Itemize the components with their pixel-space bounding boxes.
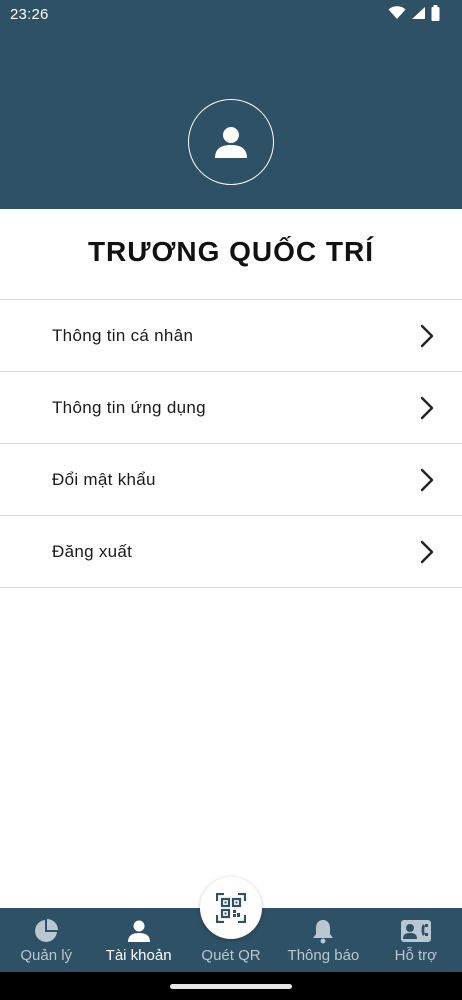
- menu-item-label: Thông tin cá nhân: [52, 325, 194, 345]
- chevron-right-icon: [420, 396, 434, 420]
- chevron-right-icon: [420, 468, 434, 492]
- status-icons: [388, 5, 440, 21]
- scan-qr-button[interactable]: [200, 877, 262, 939]
- chevron-right-icon: [420, 324, 434, 348]
- status-bar: 23:26: [0, 0, 462, 28]
- menu-item-change-password[interactable]: Đổi mật khẩu: [0, 444, 462, 516]
- battery-icon: [431, 5, 440, 21]
- menu-item-logout[interactable]: Đăng xuất: [0, 516, 462, 588]
- contact-support-icon: [400, 920, 431, 942]
- system-nav-bar: [0, 972, 462, 1000]
- avatar[interactable]: [188, 99, 274, 185]
- nav-item-support[interactable]: Hỗ trợ: [370, 908, 462, 972]
- menu-item-app-info[interactable]: Thông tin ứng dụng: [0, 372, 462, 444]
- bell-icon: [313, 920, 334, 944]
- status-time: 23:26: [10, 6, 49, 23]
- nav-item-notifications[interactable]: Thông báo: [277, 908, 369, 972]
- user-name: TRƯƠNG QUỐC TRÍ: [87, 236, 375, 267]
- menu-item-label: Đăng xuất: [52, 541, 133, 561]
- home-indicator[interactable]: [170, 984, 292, 989]
- menu-item-label: Đổi mật khẩu: [52, 469, 156, 489]
- menu-item-label: Thông tin ứng dụng: [52, 397, 206, 417]
- qr-code-icon: [216, 893, 246, 923]
- chevron-right-icon: [420, 540, 434, 564]
- wifi-icon: [388, 6, 406, 19]
- nav-label: Tài khoản: [105, 947, 172, 964]
- nav-item-manage[interactable]: Quản lý: [0, 908, 92, 972]
- nav-label: Thông báo: [287, 947, 360, 964]
- pie-chart-icon: [35, 919, 59, 942]
- account-menu: Thông tin cá nhân Thông tin ứng dụng Đổi…: [0, 299, 462, 588]
- nav-label: Quét QR: [201, 947, 261, 964]
- menu-item-personal-info[interactable]: Thông tin cá nhân: [0, 300, 462, 372]
- nav-label: Quản lý: [20, 947, 73, 964]
- person-icon: [127, 920, 150, 942]
- signal-icon: [412, 7, 425, 19]
- nav-item-account[interactable]: Tài khoản: [92, 908, 184, 972]
- person-icon: [215, 127, 247, 158]
- nav-label: Hỗ trợ: [394, 947, 437, 964]
- profile-header: 23:26: [0, 0, 462, 209]
